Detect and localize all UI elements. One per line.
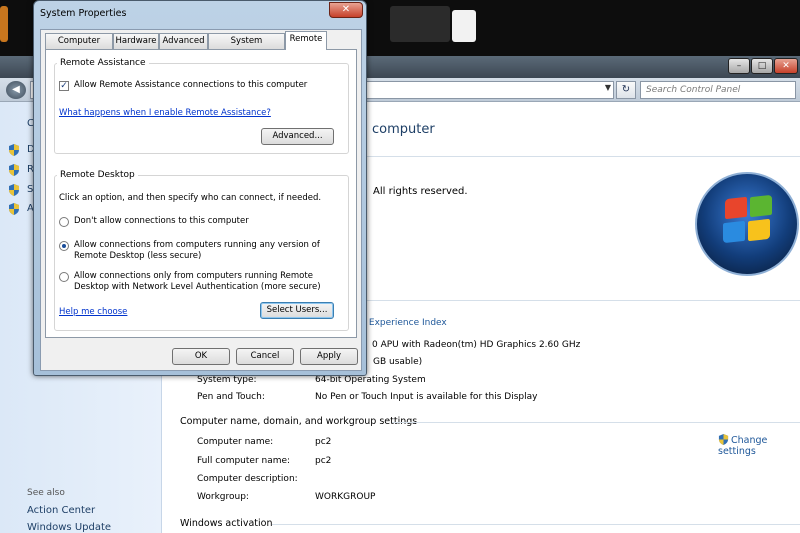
apply-button[interactable]: Apply (300, 348, 358, 365)
close-button[interactable]: ✕ (774, 58, 798, 74)
shield-icon (9, 144, 19, 156)
tab-advanced[interactable]: Advanced (159, 33, 208, 49)
shield-icon (718, 434, 729, 445)
shield-icon (9, 164, 19, 176)
search-input[interactable]: Search Control Panel (640, 81, 796, 99)
help-me-choose-link[interactable]: Help me choose (59, 307, 127, 317)
allow-remote-assistance-checkbox[interactable]: ✓ (59, 81, 69, 91)
divider (362, 156, 800, 157)
remote-desktop-instruction: Click an option, and then specify who ca… (59, 193, 322, 203)
pen-touch-label: Pen and Touch: (197, 392, 265, 402)
allow-remote-assistance-label: Allow Remote Assistance connections to t… (74, 80, 308, 90)
dialog-body: Computer Name Hardware Advanced System P… (40, 29, 362, 371)
shield-icon (9, 203, 19, 215)
allow-any-version-label: Allow connections from computers running… (74, 240, 320, 250)
remote-assistance-help-link[interactable]: What happens when I enable Remote Assist… (59, 108, 271, 118)
tab-computer-name[interactable]: Computer Name (45, 33, 113, 61)
select-users-button[interactable]: Select Users... (260, 302, 334, 319)
advanced-button[interactable]: Advanced... (261, 128, 334, 145)
system-properties-dialog: System Properties ✕ Computer Name Hardwa… (33, 0, 367, 376)
windows-activation-section-title: Windows activation (180, 518, 273, 529)
dialog-title: System Properties (40, 8, 127, 19)
workgroup-label: Workgroup: (197, 492, 249, 502)
remote-desktop-title: Remote Desktop (57, 170, 138, 180)
allow-nla-only-radio[interactable] (59, 272, 69, 282)
allow-any-version-label-2: Remote Desktop (less secure) (74, 251, 202, 261)
see-also-label: See also (27, 488, 65, 498)
computer-name-value: pc2 (315, 437, 332, 447)
dialog-close-button[interactable]: ✕ (329, 2, 363, 18)
divider (272, 524, 800, 525)
divider (392, 422, 800, 423)
back-button[interactable]: ◀ (6, 81, 26, 99)
processor-value: 0 APU with Radeon(tm) HD Graphics 2.60 G… (372, 340, 581, 350)
remote-tab-panel: Remote Assistance ✓ Allow Remote Assista… (45, 49, 357, 338)
computer-description-label: Computer description: (197, 474, 298, 484)
shield-icon (9, 184, 19, 196)
windows-update-link[interactable]: Windows Update (27, 522, 111, 533)
workgroup-value: WORKGROUP (315, 492, 376, 502)
flag-red (725, 196, 747, 220)
computer-name-label: Computer name: (197, 437, 274, 447)
dont-allow-label: Don't allow connections to this computer (74, 216, 249, 226)
maximize-button[interactable]: □ (751, 58, 773, 74)
flag-green (750, 194, 772, 218)
flag-yellow (748, 218, 770, 242)
dont-allow-radio[interactable] (59, 217, 69, 227)
full-computer-name-value: pc2 (315, 456, 332, 466)
ok-button[interactable]: OK (172, 348, 230, 365)
tab-system-protection[interactable]: System Protection (208, 33, 285, 61)
allow-nla-only-label-2: Desktop with Network Level Authenticatio… (74, 282, 321, 292)
tab-remote[interactable]: Remote (285, 31, 327, 50)
system-type-value: 64-bit Operating System (315, 375, 426, 385)
desktop-icon[interactable] (390, 6, 450, 42)
memory-value: GB usable) (373, 357, 423, 367)
windows-experience-index-link[interactable]: ws Experience Index (354, 318, 447, 328)
system-type-label: System type: (197, 375, 257, 385)
computer-name-section-title: Computer name, domain, and workgroup set… (180, 416, 418, 427)
action-center-link[interactable]: Action Center (27, 505, 95, 516)
flag-blue (723, 220, 745, 244)
allow-nla-only-label: Allow connections only from computers ru… (74, 271, 313, 281)
windows-logo (695, 172, 799, 276)
full-computer-name-label: Full computer name: (197, 456, 291, 466)
copyright-text: All rights reserved. (373, 186, 468, 197)
chevron-down-icon[interactable]: ▼ (605, 83, 611, 92)
change-settings-link[interactable]: Change settings (718, 434, 800, 457)
remote-assistance-title: Remote Assistance (57, 58, 149, 68)
allow-any-version-radio[interactable] (59, 241, 69, 251)
document-icon[interactable] (452, 10, 476, 42)
cancel-button[interactable]: Cancel (236, 348, 294, 365)
desktop-icon[interactable] (0, 6, 8, 42)
page-title: computer (372, 122, 435, 137)
refresh-button[interactable]: ↻ (616, 81, 636, 99)
pen-touch-value: No Pen or Touch Input is available for t… (315, 392, 538, 402)
tab-hardware[interactable]: Hardware (113, 33, 159, 49)
minimize-button[interactable]: – (728, 58, 750, 74)
divider (362, 300, 800, 301)
